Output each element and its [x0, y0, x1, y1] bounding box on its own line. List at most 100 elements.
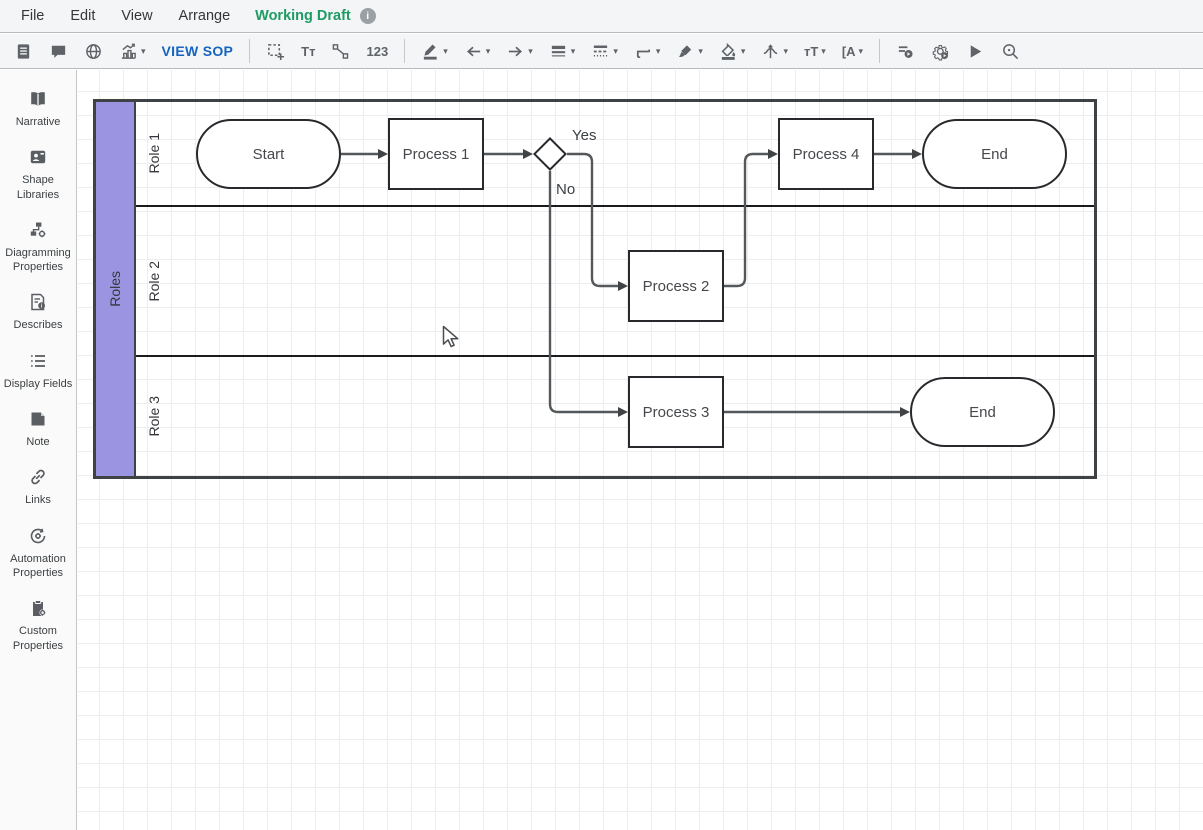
document-status[interactable]: Working Draft — [255, 8, 351, 24]
language-button[interactable] — [76, 38, 111, 65]
format-painter-button[interactable]: ▾ — [668, 38, 711, 65]
sidebar-item-links[interactable]: Links — [0, 458, 76, 516]
comment-icon — [49, 42, 68, 61]
shape-end-3[interactable]: End — [910, 377, 1055, 447]
comment-button[interactable] — [41, 38, 76, 65]
line-color-button[interactable]: ▾ — [413, 38, 456, 65]
sidebar-item-display-fields[interactable]: Display Fields — [0, 342, 76, 400]
sidebar-item-label: Diagramming Properties — [2, 246, 74, 275]
info-icon[interactable]: i — [360, 8, 376, 24]
chevron-down-icon: ▾ — [141, 47, 146, 56]
shape-label: Start — [253, 146, 285, 163]
edge-label-no[interactable]: No — [556, 181, 575, 198]
sidebar-item-describes[interactable]: i Describes — [0, 283, 76, 341]
sidebar-item-note[interactable]: Note — [0, 400, 76, 458]
text-shape-button[interactable]: Tт — [293, 40, 323, 63]
connector-style-icon — [634, 42, 653, 61]
shape-process-1[interactable]: Process 1 — [388, 118, 484, 190]
line-style-icon — [591, 42, 610, 61]
sidebar-item-label: Note — [2, 435, 74, 449]
insert-chart-icon — [119, 42, 138, 61]
line-style-button[interactable]: ▾ — [583, 38, 626, 65]
edge-label-yes[interactable]: Yes — [572, 127, 596, 144]
shape-label: End — [981, 146, 1008, 163]
line-start-arrow-icon — [464, 42, 483, 61]
run-automation-button[interactable] — [923, 38, 958, 65]
sidebar-item-narrative[interactable]: Narrative — [0, 80, 76, 138]
connector-decision-to-process-3[interactable] — [550, 171, 620, 412]
connector-style-button[interactable]: ▾ — [626, 38, 669, 65]
shape-process-3[interactable]: Process 3 — [628, 376, 724, 448]
chevron-down-icon: ▾ — [821, 47, 826, 56]
diagram-canvas[interactable]: RolesRole 1Role 2Role 3StartProcess 1Pro… — [78, 70, 1203, 830]
fill-color-button[interactable]: ▾ — [711, 38, 754, 65]
menu-edit[interactable]: Edit — [57, 8, 108, 24]
marquee-select-icon — [266, 42, 285, 61]
shape-start[interactable]: Start — [196, 119, 341, 189]
text-format-button[interactable]: [A▾ — [834, 40, 871, 63]
number-shape-button[interactable]: 123 — [358, 40, 396, 63]
brush-icon — [676, 42, 695, 61]
font-size-button[interactable]: тT▾ — [796, 40, 834, 63]
link-icon — [28, 467, 48, 487]
sidebar-item-shape-libraries[interactable]: Shape Libraries — [0, 138, 76, 211]
menu-file[interactable]: File — [8, 8, 57, 24]
view-sop-button[interactable]: VIEW SOP — [154, 39, 242, 63]
play-icon — [966, 42, 985, 61]
menu-view[interactable]: View — [108, 8, 165, 24]
application-window: FileEditViewArrange Working Draft i ▾ VIEW … — [0, 0, 1203, 830]
shape-end-1[interactable]: End — [922, 119, 1067, 189]
data-overlay-button[interactable] — [888, 38, 923, 65]
number-shape-icon: 123 — [366, 44, 388, 59]
sidebar-item-label: Automation Properties — [2, 552, 74, 581]
chevron-down-icon: ▾ — [613, 47, 618, 56]
line-jumps-button[interactable]: ▾ — [753, 38, 796, 65]
sidebar-item-label: Custom Properties — [2, 624, 74, 653]
sidebar-item-diagramming-properties[interactable]: Diagramming Properties — [0, 211, 76, 284]
clipboard-gear-icon — [28, 598, 48, 618]
document-button[interactable] — [6, 38, 41, 65]
left-sidebar: Narrative Shape Libraries Diagramming Prop… — [0, 70, 77, 830]
line-end-arrow-button[interactable]: ▾ — [498, 38, 541, 65]
sidebar-item-custom-properties[interactable]: Custom Properties — [0, 589, 76, 662]
line-color-icon — [421, 42, 440, 61]
chevron-down-icon: ▾ — [656, 47, 661, 56]
note-icon — [28, 409, 48, 429]
view-sop-label: VIEW SOP — [162, 43, 234, 59]
present-button[interactable] — [958, 38, 993, 65]
line-jumps-icon — [761, 42, 780, 61]
insert-chart-button[interactable]: ▾ — [111, 38, 154, 65]
fill-color-icon — [719, 42, 738, 61]
connector-process-2-to-process-4[interactable] — [724, 154, 770, 286]
sidebar-item-label: Links — [2, 493, 74, 507]
chevron-down-icon: ▾ — [698, 47, 703, 56]
toolbar-divider — [404, 39, 405, 63]
sidebar-item-automation-properties[interactable]: Automation Properties — [0, 517, 76, 590]
magnifier-icon — [1001, 42, 1020, 61]
shape-process-4[interactable]: Process 4 — [778, 118, 874, 190]
line-end-arrow-icon — [506, 42, 525, 61]
menu-bar: FileEditViewArrange Working Draft i — [0, 0, 1203, 33]
chevron-down-icon: ▾ — [443, 47, 448, 56]
connector-shape-button[interactable] — [323, 38, 358, 65]
shape-label: Process 2 — [643, 278, 710, 295]
document-info-icon: i — [28, 292, 48, 312]
marquee-select-button[interactable] — [258, 38, 293, 65]
chevron-down-icon: ▾ — [783, 47, 788, 56]
chevron-down-icon: ▾ — [859, 47, 864, 56]
menu-arrange[interactable]: Arrange — [166, 8, 244, 24]
sidebar-item-label: Display Fields — [2, 377, 74, 391]
sidebar-item-label: Narrative — [2, 115, 74, 129]
zoom-button[interactable] — [993, 38, 1028, 65]
shape-label: Process 4 — [793, 146, 860, 163]
shape-process-2[interactable]: Process 2 — [628, 250, 724, 322]
connector-decision-to-process-2[interactable] — [567, 154, 620, 286]
sidebar-item-label: Shape Libraries — [2, 173, 74, 202]
toolbar-divider — [879, 39, 880, 63]
text-format-icon: [A — [842, 44, 856, 59]
font-size-icon: тT — [804, 44, 818, 59]
line-width-button[interactable]: ▾ — [541, 38, 584, 65]
sidebar-item-label: Describes — [2, 318, 74, 332]
list-icon — [28, 351, 48, 371]
line-start-arrow-button[interactable]: ▾ — [456, 38, 499, 65]
